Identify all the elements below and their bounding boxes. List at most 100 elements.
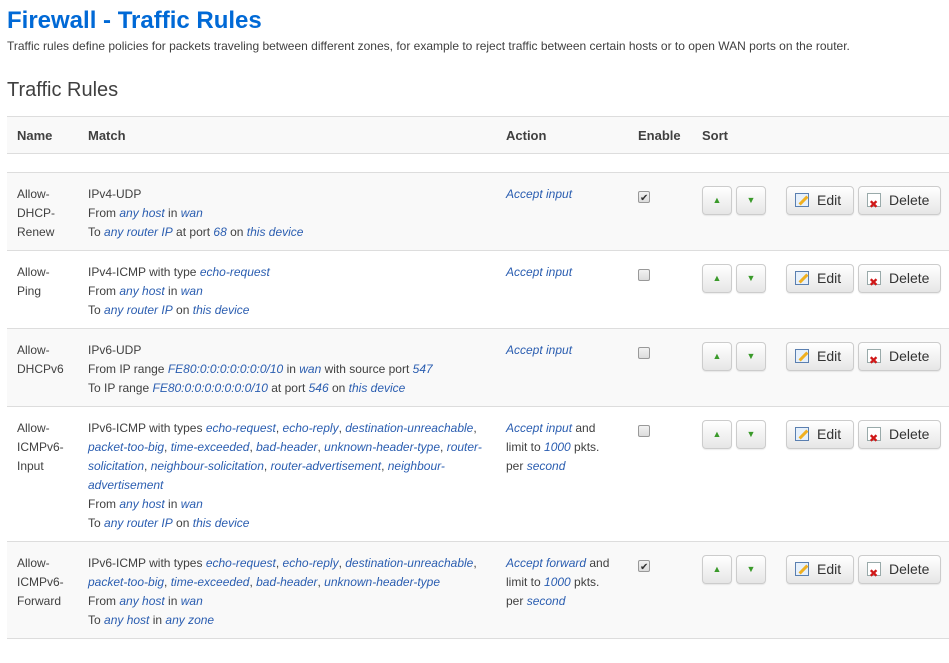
edit-button[interactable]: Edit — [786, 186, 854, 215]
delete-label: Delete — [889, 561, 930, 577]
rule-link[interactable]: 547 — [413, 362, 433, 376]
move-down-button[interactable]: ▼ — [736, 342, 766, 371]
rule-link[interactable]: any router IP — [104, 303, 173, 317]
move-up-button[interactable]: ▲ — [702, 555, 732, 584]
move-down-button[interactable]: ▼ — [736, 555, 766, 584]
rule-link[interactable]: any host — [119, 284, 164, 298]
operation-buttons: Edit Delete — [786, 555, 941, 588]
rule-link[interactable]: unknown-header-type — [324, 575, 440, 589]
rule-link[interactable]: wan — [181, 497, 203, 511]
rule-link[interactable]: this device — [247, 225, 304, 239]
move-up-button[interactable]: ▲ — [702, 342, 732, 371]
rule-link[interactable]: echo-request — [200, 265, 270, 279]
rule-text: From IP range — [88, 362, 168, 376]
rule-link[interactable]: this device — [193, 516, 250, 530]
rule-link[interactable]: packet-too-big — [88, 575, 164, 589]
enable-checkbox[interactable] — [638, 347, 650, 359]
rule-link[interactable]: bad-header — [256, 575, 317, 589]
rule-link[interactable]: echo-reply — [283, 421, 339, 435]
rule-link[interactable]: time-exceeded — [171, 575, 250, 589]
rule-link[interactable]: neighbour-solicitation — [151, 459, 264, 473]
rule-text: at port — [172, 225, 214, 239]
rule-name: Allow- DHCPv6 — [7, 328, 78, 407]
delete-label: Delete — [889, 270, 930, 286]
move-up-button[interactable]: ▲ — [702, 264, 732, 293]
rule-link[interactable]: destination-unreachable — [345, 556, 473, 570]
arrow-up-icon: ▲ — [712, 351, 722, 361]
edit-button[interactable]: Edit — [786, 264, 854, 293]
operation-buttons: Edit Delete — [786, 264, 941, 297]
rule-link[interactable]: any zone — [165, 613, 214, 627]
edit-button[interactable]: Edit — [786, 555, 854, 584]
move-down-button[interactable]: ▼ — [736, 420, 766, 449]
rule-link[interactable]: wan — [181, 594, 203, 608]
table-header-row: Name Match Action Enable Sort — [7, 116, 949, 154]
enable-checkbox[interactable] — [638, 269, 650, 281]
rule-link[interactable]: echo-request — [206, 421, 276, 435]
rule-operations: Edit Delete — [776, 406, 949, 542]
delete-button[interactable]: Delete — [858, 555, 941, 588]
rule-link[interactable]: Accept input — [506, 265, 572, 279]
rule-link[interactable]: wan — [181, 284, 203, 298]
rule-action: Accept input and limit to 1000 pkts. per… — [496, 406, 628, 542]
rule-link[interactable]: any host — [119, 206, 164, 220]
rule-link[interactable]: this device — [349, 381, 406, 395]
rule-name-part: Allow- — [17, 343, 50, 357]
rule-link[interactable]: echo-reply — [283, 556, 339, 570]
rule-link[interactable]: packet-too-big — [88, 440, 164, 454]
rule-text: , — [263, 459, 271, 473]
move-down-button[interactable]: ▼ — [736, 264, 766, 293]
move-down-button[interactable]: ▼ — [736, 186, 766, 215]
rule-link[interactable]: Accept input — [506, 343, 572, 357]
enable-checkbox[interactable] — [638, 189, 650, 208]
rule-text: From — [88, 497, 120, 511]
delete-button[interactable]: Delete — [858, 186, 941, 219]
rule-text: , — [164, 575, 171, 589]
rule-link[interactable]: any host — [119, 497, 164, 511]
rule-text: in — [164, 206, 181, 220]
rule-link[interactable]: wan — [299, 362, 321, 376]
rule-link[interactable]: bad-header — [256, 440, 317, 454]
rule-link[interactable]: this device — [193, 303, 250, 317]
rule-name-part: Input — [17, 459, 44, 473]
arrow-up-icon: ▲ — [712, 273, 722, 283]
rule-link[interactable]: Accept forward — [506, 556, 586, 570]
rule-text: , — [473, 421, 477, 435]
rule-link[interactable]: time-exceeded — [171, 440, 250, 454]
rule-link[interactable]: Accept input — [506, 421, 572, 435]
rule-link[interactable]: any router IP — [104, 516, 173, 530]
rule-link[interactable]: echo-request — [206, 556, 276, 570]
edit-button[interactable]: Edit — [786, 342, 854, 371]
rule-link[interactable]: second — [527, 459, 566, 473]
delete-label: Delete — [889, 192, 930, 208]
edit-button[interactable]: Edit — [786, 420, 854, 449]
enable-checkbox[interactable] — [638, 558, 650, 577]
rule-link[interactable]: FE80:0:0:0:0:0:0:0/10 — [168, 362, 283, 376]
rule-link[interactable]: wan — [181, 206, 203, 220]
rule-link[interactable]: 1000 — [544, 440, 571, 454]
delete-button[interactable]: Delete — [858, 342, 941, 375]
rule-link[interactable]: 546 — [309, 381, 329, 395]
rule-link[interactable]: 1000 — [544, 575, 571, 589]
match-line: From any host in wan — [88, 495, 486, 514]
rule-link[interactable]: Accept input — [506, 187, 572, 201]
rule-match: IPv6-UDP From IP range FE80:0:0:0:0:0:0:0… — [78, 328, 496, 407]
rule-link[interactable]: 68 — [213, 225, 226, 239]
rule-link[interactable]: second — [527, 594, 566, 608]
rule-link[interactable]: router-advertisement — [271, 459, 382, 473]
rule-link[interactable]: unknown-header-type — [324, 440, 440, 454]
move-up-button[interactable]: ▲ — [702, 186, 732, 215]
rule-link[interactable]: any router IP — [104, 225, 173, 239]
rule-link[interactable]: any host — [119, 594, 164, 608]
rule-link[interactable]: destination-unreachable — [345, 421, 473, 435]
rule-link[interactable]: FE80:0:0:0:0:0:0:0/10 — [153, 381, 268, 395]
delete-button[interactable]: Delete — [858, 264, 941, 297]
rule-link[interactable]: any host — [104, 613, 149, 627]
match-line: To any router IP on this device — [88, 301, 486, 320]
delete-button[interactable]: Delete — [858, 420, 941, 453]
enable-checkbox[interactable] — [638, 425, 650, 437]
table-row: Allow- DHCPv6 IPv6-UDP From IP range FE80:0… — [7, 328, 949, 407]
move-up-button[interactable]: ▲ — [702, 420, 732, 449]
rule-sort: ▲ ▼ — [692, 406, 776, 542]
arrow-down-icon: ▼ — [746, 429, 756, 439]
